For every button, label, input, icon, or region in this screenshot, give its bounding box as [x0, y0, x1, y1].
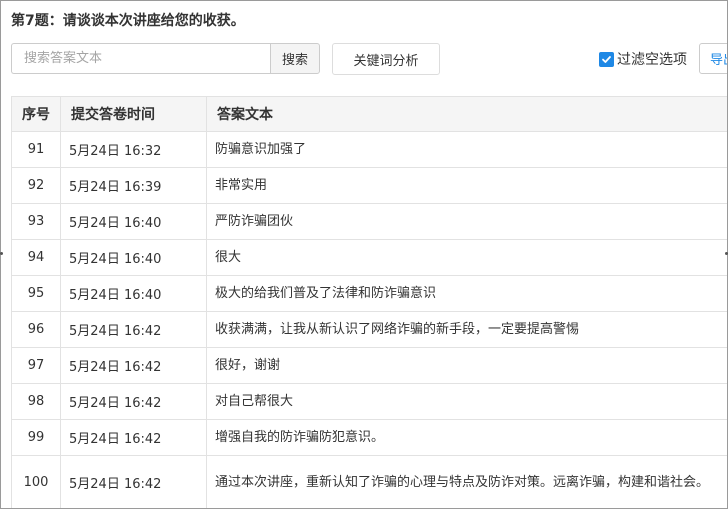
- row-seq: 93: [11, 203, 61, 240]
- table-header-row: 序号 提交答卷时间 答案文本: [11, 96, 727, 132]
- resize-handle-left[interactable]: [0, 252, 3, 255]
- row-time: 5月24日 16:42: [60, 383, 207, 420]
- row-text: 很大: [206, 239, 727, 276]
- table-row: 92 5月24日 16:39 非常实用: [11, 167, 727, 204]
- table-row: 96 5月24日 16:42 收获满满，让我从新认识了网络诈骗的新手段，一定要提…: [11, 311, 727, 348]
- filter-label: 过滤空选项: [617, 52, 687, 68]
- table-row: 97 5月24日 16:42 很好，谢谢: [11, 347, 727, 384]
- row-text: 极大的给我们普及了法律和防诈骗意识: [206, 275, 727, 312]
- row-time: 5月24日 16:42: [60, 455, 207, 508]
- column-header-text: 答案文本: [206, 96, 727, 132]
- export-button[interactable]: 导出: [699, 43, 727, 74]
- question-title: 第7题：请谈谈本次讲座给您的收获。: [11, 13, 245, 29]
- row-text: 对自己帮很大: [206, 383, 727, 420]
- answer-table-wrapper: 序号 提交答卷时间 答案文本 91 5月24日 16:32 防骗意识加强了 92…: [11, 96, 727, 508]
- answer-panel: 第7题：请谈谈本次讲座给您的收获。 搜索 关键词分析 过滤空选项 导出 序号: [0, 0, 728, 509]
- table-row: 94 5月24日 16:40 很大: [11, 239, 727, 276]
- toolbar: 搜索 关键词分析 过滤空选项 导出: [11, 43, 727, 75]
- row-seq: 94: [11, 239, 61, 276]
- table-row: 95 5月24日 16:40 极大的给我们普及了法律和防诈骗意识: [11, 275, 727, 312]
- row-text: 收获满满，让我从新认识了网络诈骗的新手段，一定要提高警惕: [206, 311, 727, 348]
- row-time: 5月24日 16:32: [60, 131, 207, 168]
- row-seq: 97: [11, 347, 61, 384]
- search-input[interactable]: [11, 43, 270, 74]
- row-time: 5月24日 16:42: [60, 347, 207, 384]
- row-text: 严防诈骗团伙: [206, 203, 727, 240]
- row-time: 5月24日 16:40: [60, 203, 207, 240]
- row-text: 通过本次讲座，重新认知了诈骗的心理与特点及防诈对策。远离诈骗，构建和谐社会。: [206, 455, 727, 508]
- row-text: 非常实用: [206, 167, 727, 204]
- row-text: 增强自我的防诈骗防犯意识。: [206, 419, 727, 456]
- column-header-seq: 序号: [11, 96, 61, 132]
- row-time: 5月24日 16:40: [60, 275, 207, 312]
- table-row: 99 5月24日 16:42 增强自我的防诈骗防犯意识。: [11, 419, 727, 456]
- row-seq: 92: [11, 167, 61, 204]
- row-time: 5月24日 16:42: [60, 311, 207, 348]
- table-row: 91 5月24日 16:32 防骗意识加强了: [11, 131, 727, 168]
- keyword-analysis-button[interactable]: 关键词分析: [332, 43, 440, 75]
- row-time: 5月24日 16:39: [60, 167, 207, 204]
- filter-checkbox[interactable]: [599, 51, 614, 67]
- row-time: 5月24日 16:40: [60, 239, 207, 276]
- row-text: 防骗意识加强了: [206, 131, 727, 168]
- row-seq: 95: [11, 275, 61, 312]
- row-seq: 100: [11, 455, 61, 508]
- row-seq: 99: [11, 419, 61, 456]
- filter-empty-option[interactable]: 过滤空选项: [599, 49, 687, 69]
- check-icon: [602, 55, 611, 63]
- row-seq: 98: [11, 383, 61, 420]
- row-time: 5月24日 16:42: [60, 419, 207, 456]
- row-text: 很好，谢谢: [206, 347, 727, 384]
- column-header-time: 提交答卷时间: [60, 96, 207, 132]
- table-row: 98 5月24日 16:42 对自己帮很大: [11, 383, 727, 420]
- row-seq: 91: [11, 131, 61, 168]
- answer-table: 序号 提交答卷时间 答案文本 91 5月24日 16:32 防骗意识加强了 92…: [11, 96, 727, 508]
- search-button[interactable]: 搜索: [270, 43, 320, 74]
- row-seq: 96: [11, 311, 61, 348]
- table-row: 93 5月24日 16:40 严防诈骗团伙: [11, 203, 727, 240]
- table-row: 100 5月24日 16:42 通过本次讲座，重新认知了诈骗的心理与特点及防诈对…: [11, 455, 727, 508]
